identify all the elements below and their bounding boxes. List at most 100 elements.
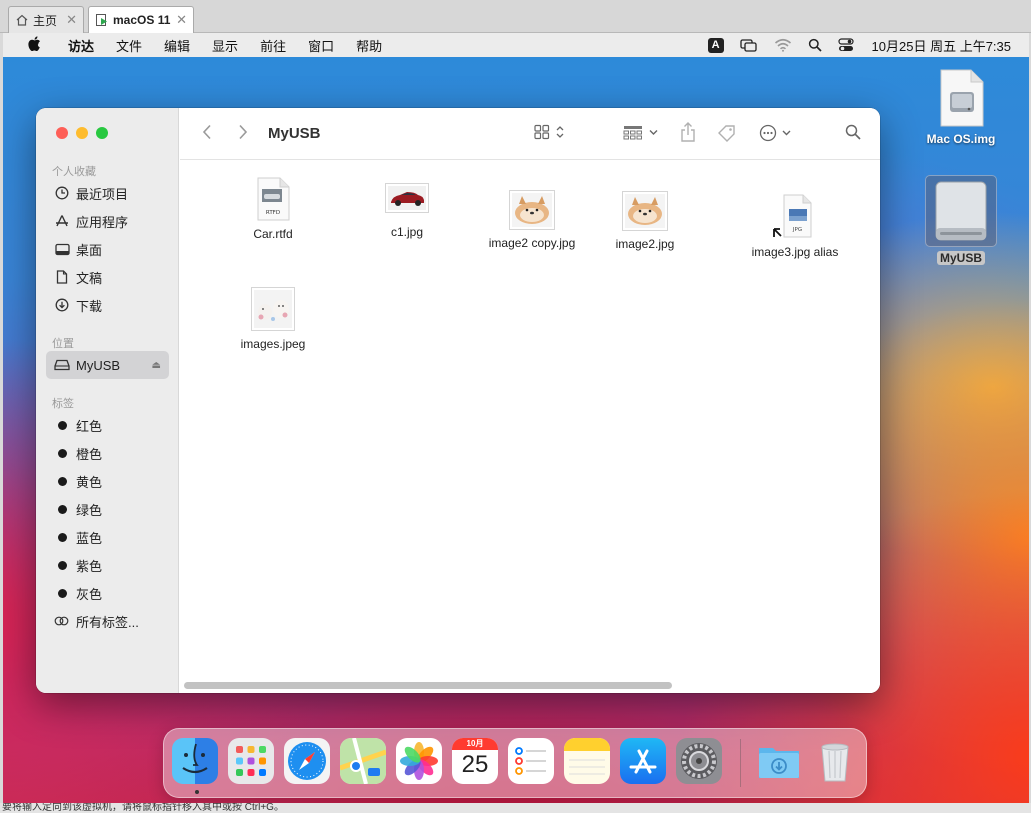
close-tab-icon[interactable]: ✕ <box>176 12 187 28</box>
forward-button[interactable] <box>238 124 248 140</box>
desktop-icon-mac-os-img[interactable]: Mac OS.img <box>911 68 1011 146</box>
sidebar-item-downloads[interactable]: 下载 <box>46 291 169 319</box>
host-status-bar: 要将输入定向到该虚拟机，请将鼠标指针移入其中或按 Ctrl+G。 <box>0 803 1031 813</box>
share-button[interactable] <box>680 122 696 142</box>
finder-toolbar: MyUSB <box>180 108 880 160</box>
wifi-icon[interactable] <box>766 38 800 52</box>
sidebar-tag-red[interactable]: 红色 <box>46 411 169 439</box>
eject-icon[interactable]: ⏏ <box>152 360 161 371</box>
vm-tab-bar: 主页 ✕ macOS 11 ✕ <box>0 0 1031 33</box>
vm-tab-home-label: 主页 <box>33 13 58 28</box>
file-item[interactable]: RTFD Car.rtfd <box>198 177 348 241</box>
close-window-button[interactable] <box>56 127 68 139</box>
menu-help[interactable]: 帮助 <box>345 36 393 55</box>
screen-mirroring-icon[interactable] <box>732 38 766 52</box>
menu-window[interactable]: 窗口 <box>297 36 345 55</box>
reminders-icon[interactable] <box>508 738 554 784</box>
share-icon <box>681 122 695 142</box>
search-button[interactable] <box>845 124 861 140</box>
file-item[interactable]: image2.jpg <box>570 191 720 251</box>
menu-finder[interactable]: 访达 <box>57 36 105 55</box>
pomeranian-photo-thumbnail <box>509 190 555 230</box>
more-actions-button[interactable] <box>759 124 795 142</box>
calendar-icon[interactable]: 10月 25 <box>452 738 498 784</box>
maps-icon[interactable] <box>340 738 386 784</box>
desktop-icon-myusb[interactable]: MyUSB <box>911 175 1011 265</box>
file-item[interactable]: JPG image3.jpg alias <box>720 193 870 259</box>
zoom-window-button[interactable] <box>96 127 108 139</box>
minimize-window-button[interactable] <box>76 127 88 139</box>
back-button[interactable] <box>202 124 212 140</box>
menu-bar-clock[interactable]: 10月25日 周五 上午7:35 <box>862 36 1029 55</box>
vm-display[interactable]: 访达 文件 编辑 显示 前往 窗口 帮助 A 10月25日 周五 上午7:35 <box>3 33 1029 803</box>
sidebar-item-label: 红色 <box>76 418 103 434</box>
sidebar-item-label: 下载 <box>76 298 103 314</box>
sidebar-item-applications[interactable]: 应用程序 <box>46 207 169 235</box>
menu-file[interactable]: 文件 <box>105 36 153 55</box>
pets-photo-thumbnail <box>251 287 295 331</box>
vm-tab-home[interactable]: 主页 ✕ <box>8 6 84 33</box>
sidebar-tag-gray[interactable]: 灰色 <box>46 579 169 607</box>
input-method-status[interactable]: A <box>700 37 732 53</box>
finder-file-area[interactable]: RTFD Car.rtfd c1.jpg image2 copy.jpg ima… <box>180 161 880 693</box>
tag-dot-icon <box>54 532 70 542</box>
sidebar-tag-blue[interactable]: 蓝色 <box>46 523 169 551</box>
disk-image-icon <box>940 69 984 127</box>
drive-icon <box>54 359 70 371</box>
menu-edit[interactable]: 编辑 <box>153 36 201 55</box>
sidebar-tag-orange[interactable]: 橙色 <box>46 439 169 467</box>
file-name: images.jpeg <box>240 337 306 351</box>
vm-icon <box>96 14 107 26</box>
sidebar-tag-green[interactable]: 绿色 <box>46 495 169 523</box>
download-icon <box>54 298 70 312</box>
photos-icon[interactable] <box>396 738 442 784</box>
sidebar-tag-yellow[interactable]: 黄色 <box>46 467 169 495</box>
file-item[interactable]: images.jpeg <box>198 287 348 351</box>
menu-go[interactable]: 前往 <box>249 36 297 55</box>
menu-view[interactable]: 显示 <box>201 36 249 55</box>
group-button[interactable] <box>623 124 661 140</box>
downloads-folder-icon[interactable] <box>756 738 802 784</box>
notes-icon[interactable] <box>564 738 610 784</box>
running-indicator <box>195 790 199 794</box>
sidebar-item-recents[interactable]: 最近项目 <box>46 179 169 207</box>
sidebar-section-locations: 位置 <box>52 338 74 350</box>
sidebar-item-label: 最近项目 <box>76 186 129 202</box>
system-preferences-icon[interactable] <box>676 738 722 784</box>
file-name: image2.jpg <box>615 237 675 251</box>
finder-icon[interactable] <box>172 738 218 784</box>
sidebar-item-label: 文稿 <box>76 270 103 286</box>
rtfd-document-icon: RTFD <box>257 177 290 221</box>
sidebar-item-documents[interactable]: 文稿 <box>46 263 169 291</box>
sidebar-item-myusb[interactable]: MyUSB ⏏ <box>46 351 169 379</box>
calendar-month: 10月 <box>452 738 498 750</box>
view-mode-button[interactable] <box>534 124 566 140</box>
finder-window[interactable]: 个人收藏 最近项目 应用程序 桌面 文稿 下载 位置 MyUSB ⏏ 标签 红色… <box>36 108 880 693</box>
sidebar-item-label: 紫色 <box>76 558 103 574</box>
horizontal-scrollbar[interactable] <box>184 682 672 689</box>
launchpad-icon[interactable] <box>228 738 274 784</box>
vm-tab-macos[interactable]: macOS 11 ✕ <box>88 6 194 33</box>
apple-menu-icon[interactable] <box>23 36 45 54</box>
sidebar-item-label: 蓝色 <box>76 530 103 546</box>
safari-icon[interactable] <box>284 738 330 784</box>
car-photo-thumbnail <box>385 183 429 213</box>
sidebar-all-tags[interactable]: 所有标签... <box>46 607 169 635</box>
input-method-badge: A <box>707 37 724 53</box>
sidebar-item-desktop[interactable]: 桌面 <box>46 235 169 263</box>
sidebar-tag-purple[interactable]: 紫色 <box>46 551 169 579</box>
file-name: Car.rtfd <box>253 227 293 241</box>
close-tab-icon[interactable]: ✕ <box>66 12 77 28</box>
tag-dot-icon <box>54 476 70 486</box>
window-controls <box>56 127 116 139</box>
all-tags-icon <box>54 616 70 626</box>
spotlight-search-icon[interactable] <box>800 38 830 52</box>
desktop-icon-label: Mac OS.img <box>926 132 996 146</box>
vm-tab-macos-label: macOS 11 <box>113 13 171 27</box>
tags-button[interactable] <box>717 124 737 142</box>
trash-icon[interactable] <box>812 738 858 784</box>
app-store-icon[interactable] <box>620 738 666 784</box>
control-center-icon[interactable] <box>830 38 862 52</box>
svg-text:JPG: JPG <box>792 227 802 233</box>
chevron-left-icon <box>202 124 211 140</box>
